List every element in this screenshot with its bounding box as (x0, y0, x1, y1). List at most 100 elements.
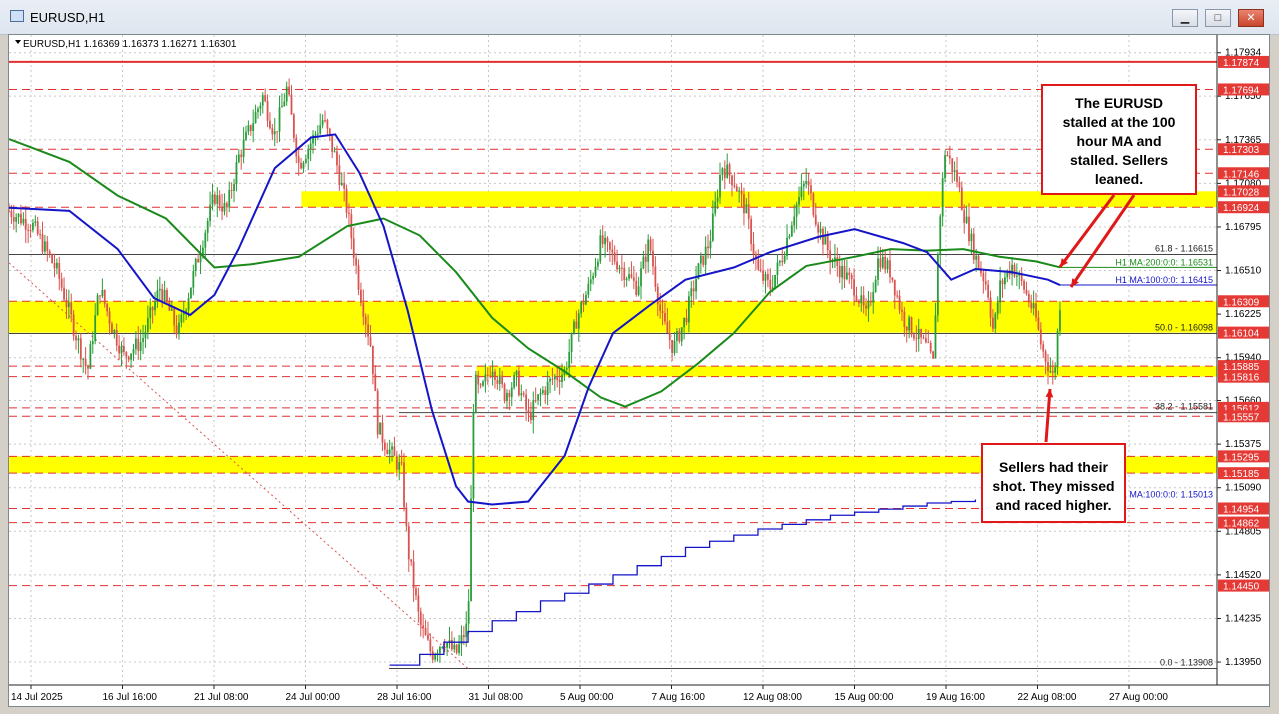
candle-up (379, 422, 381, 435)
ma-label: H1 MA:200:0:0: 1.16531 (1115, 257, 1213, 267)
candle-down (855, 295, 858, 301)
candle-up (716, 197, 719, 202)
close-button[interactable]: ✕ (1238, 9, 1264, 27)
candle-up (130, 353, 132, 360)
candle-up (216, 195, 219, 204)
candle-down (927, 342, 930, 344)
candle-up (484, 374, 487, 382)
candle-down (450, 639, 453, 650)
candle-up (1049, 371, 1052, 373)
candle-up (917, 328, 920, 339)
candle-up (242, 139, 245, 158)
candle-up (647, 239, 650, 262)
callout-line: Sellers had their (999, 459, 1108, 475)
candle-down (728, 164, 731, 176)
candle-down (336, 151, 338, 166)
candle-up (245, 131, 247, 140)
candle-down (264, 95, 267, 102)
candle-up (970, 233, 973, 242)
candle-up (82, 358, 85, 360)
candle-down (46, 241, 49, 252)
candle-up (22, 218, 25, 224)
candle-up (908, 317, 911, 331)
candle-up (180, 314, 183, 323)
candle-down (575, 321, 578, 329)
candle-down (27, 229, 30, 231)
candle-down (829, 250, 832, 262)
candle-down (297, 156, 300, 163)
candle-up (541, 390, 544, 394)
callout-stalled-at-ma: The EURUSD stalled at the 100 hour MA an… (1041, 84, 1197, 195)
minimize-button[interactable]: ▁ (1172, 9, 1198, 27)
candle-down (984, 281, 987, 285)
candle-down (692, 288, 695, 292)
candle-up (257, 108, 259, 113)
candle-up (314, 134, 317, 136)
x-tick-label: 19 Aug 16:00 (926, 692, 985, 703)
candle-down (977, 255, 980, 269)
candle-down (386, 449, 389, 455)
candle-down (501, 375, 504, 385)
candle-down (20, 214, 22, 224)
candle-down (369, 336, 372, 346)
candle-down (525, 394, 528, 410)
candle-down (989, 297, 992, 318)
candle-up (228, 189, 231, 208)
candle-down (968, 216, 970, 242)
price-tag-label: 1.15185 (1223, 469, 1260, 480)
candle-down (814, 215, 817, 225)
candle-up (94, 315, 97, 342)
candle-down (956, 170, 958, 183)
maximize-button[interactable]: □ (1205, 9, 1231, 27)
candle-up (845, 272, 848, 280)
candle-up (793, 216, 796, 226)
candle-down (58, 262, 61, 279)
price-tag-label: 1.14954 (1223, 505, 1260, 516)
candle-down (601, 235, 604, 245)
candle-down (903, 311, 906, 327)
candle-up (939, 216, 942, 255)
candle-up (482, 381, 484, 386)
candle-down (218, 195, 221, 207)
x-tick-label: 7 Aug 16:00 (652, 692, 706, 703)
candle-up (285, 86, 288, 102)
candle-down (462, 635, 465, 638)
window-titlebar: EURUSD,H1 ▁ □ ✕ (0, 0, 1279, 35)
candle-down (623, 267, 626, 281)
candle-up (783, 255, 786, 263)
candle-up (965, 216, 968, 223)
candle-down (1044, 351, 1047, 363)
candle-up (388, 449, 391, 455)
candle-down (477, 374, 480, 385)
candle-up (113, 330, 116, 333)
candle-down (374, 374, 377, 391)
candle-up (592, 275, 595, 280)
candle-down (915, 338, 918, 340)
candle-up (187, 298, 190, 311)
candle-down (400, 462, 403, 464)
price-tag-label: 1.17146 (1223, 169, 1260, 180)
candle-up (860, 295, 863, 304)
price-tag-label: 1.17874 (1223, 58, 1260, 69)
candle-up (776, 262, 779, 275)
candle-down (733, 185, 736, 187)
candle-down (913, 334, 915, 339)
candle-up (467, 601, 470, 624)
candle-down (271, 128, 274, 135)
candle-down (807, 181, 810, 186)
candle-up (283, 101, 286, 106)
x-tick-label: 22 Aug 08:00 (1018, 692, 1077, 703)
candle-up (510, 387, 513, 398)
candle-down (123, 346, 125, 353)
candle-up (17, 214, 20, 218)
candle-down (87, 366, 89, 369)
candle-down (522, 393, 525, 395)
candle-down (118, 345, 121, 354)
callout-line: leaned. (1094, 171, 1144, 187)
window-title: EURUSD,H1 (30, 10, 106, 25)
candle-down (659, 304, 662, 312)
candle-down (103, 290, 106, 304)
candle-down (489, 375, 492, 377)
y-tick-label: 1.13950 (1225, 657, 1262, 668)
candle-up (182, 313, 185, 315)
